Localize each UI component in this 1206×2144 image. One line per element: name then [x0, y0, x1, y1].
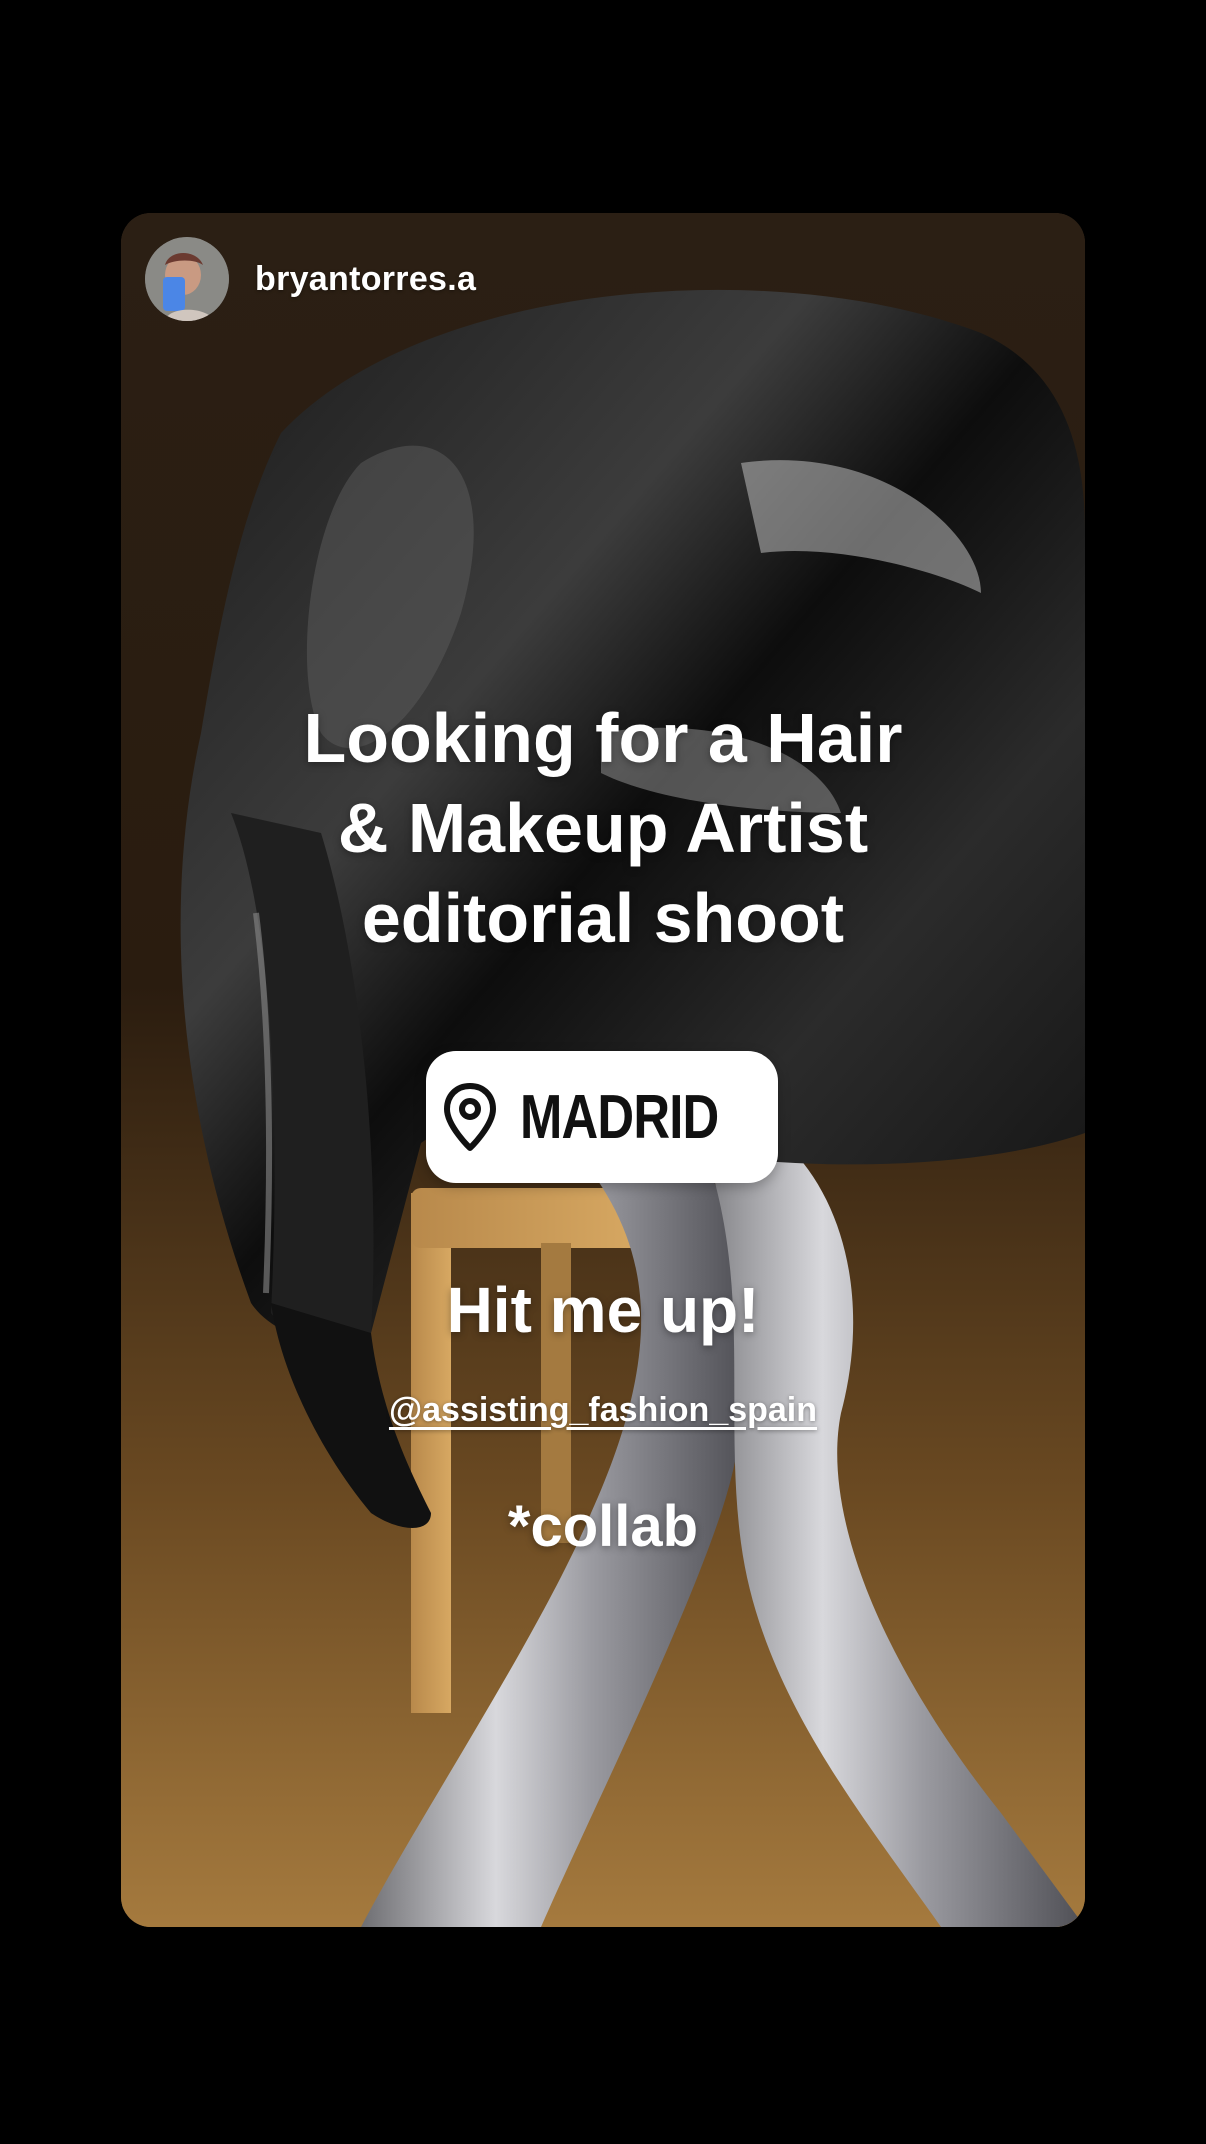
location-label: MADRID: [520, 1082, 719, 1152]
story-card[interactable]: bryantorres.a Looking for a Hair & Makeu…: [121, 213, 1085, 1927]
headline-line: Looking for a Hair: [303, 699, 903, 777]
collab-note: *collab: [507, 1494, 699, 1559]
story-header: bryantorres.a: [145, 237, 476, 321]
avatar-photo: [145, 237, 229, 321]
call-to-action-text: Hit me up!: [446, 1274, 760, 1346]
headline-line: editorial shoot: [361, 879, 845, 957]
username[interactable]: bryantorres.a: [255, 260, 476, 299]
headline-text: Looking for a Hair & Makeup Artist edito…: [121, 693, 1085, 963]
avatar[interactable]: [145, 237, 229, 321]
headline-line: & Makeup Artist: [337, 789, 869, 867]
mention-link[interactable]: @assisting_fashion_spain: [121, 1391, 1085, 1430]
location-sticker[interactable]: MADRID: [426, 1051, 778, 1183]
location-pin-icon: [444, 1083, 496, 1151]
